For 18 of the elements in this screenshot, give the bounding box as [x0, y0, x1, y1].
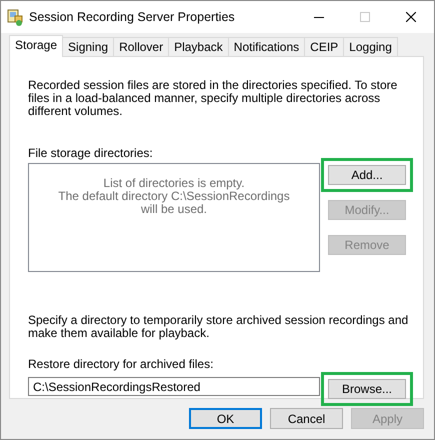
- description-text: Specify a directory to temporarily store archived session recordings and make them available for playback.: [28, 314, 410, 340]
- tab[interactable]: Storage: [9, 35, 64, 57]
- server-properties-icon: [7, 8, 23, 26]
- action-button[interactable]: Add...: [328, 165, 406, 185]
- field-label: Restore directory for archived files:: [28, 357, 214, 371]
- action-button[interactable]: Browse...: [328, 379, 406, 399]
- tab[interactable]: Signing: [62, 37, 114, 56]
- window-title: Session Recording Server Properties: [29, 10, 236, 24]
- tab[interactable]: Logging: [343, 37, 398, 56]
- list-label: File storage directories:: [28, 146, 154, 160]
- description-text: Recorded session files are stored in the directories specified. To store files in a load-balanced manner, specify multiple directories across different volumes.: [28, 79, 398, 118]
- restore-directory-field[interactable]: C:\SessionRecordingsRestored: [28, 377, 320, 396]
- close-icon[interactable]: [406, 12, 416, 22]
- dialog-button[interactable]: OK: [189, 408, 262, 429]
- directory-list[interactable]: List of directories is empty. The default directory C:\SessionRecordings will be used.: [28, 163, 320, 272]
- dialog-button[interactable]: Cancel: [270, 408, 343, 429]
- tab[interactable]: Playback: [168, 37, 229, 56]
- minimize-icon[interactable]: [314, 16, 324, 18]
